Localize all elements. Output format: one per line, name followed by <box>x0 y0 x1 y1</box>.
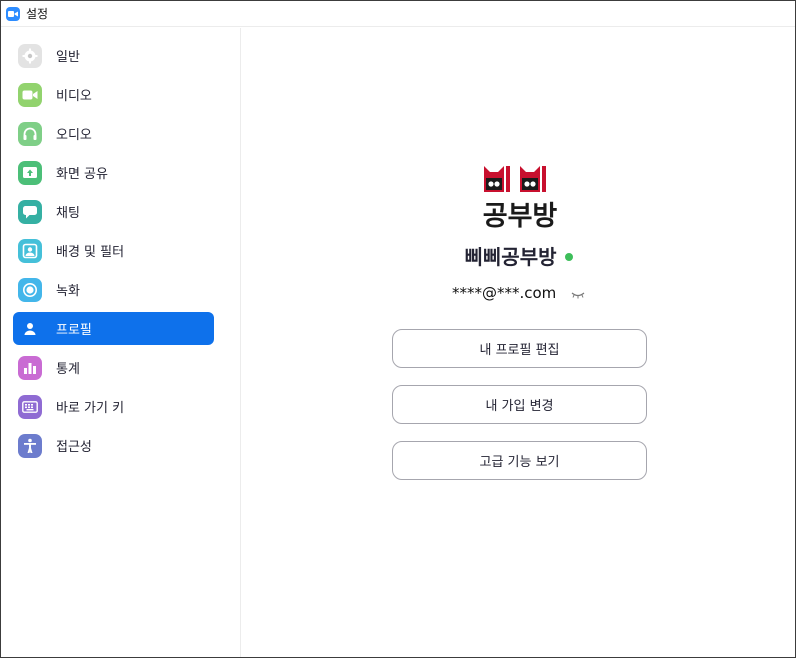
sidebar-item-label: 일반 <box>56 50 80 65</box>
sidebar-item-recording[interactable]: 녹화 <box>13 273 214 306</box>
sidebar-item-label: 채팅 <box>56 206 80 221</box>
video-camera-icon <box>18 82 42 107</box>
zoom-app-icon <box>6 6 20 21</box>
sidebar-item-background-filters[interactable]: 배경 및 필터 <box>13 234 214 267</box>
settings-window: 설정 일반 비디오 오디오 화면 공유 채팅 배경 및 필터 녹화 프로필 통계… <box>0 0 796 658</box>
keyboard-icon <box>18 394 42 419</box>
sidebar-item-audio[interactable]: 오디오 <box>13 117 214 150</box>
sidebar-item-profile[interactable]: 프로필 <box>13 312 214 345</box>
share-screen-icon <box>18 160 42 185</box>
sidebar-item-keyboard-shortcuts[interactable]: 바로 가기 키 <box>13 390 214 423</box>
bar-chart-icon <box>18 355 42 380</box>
advanced-features-button[interactable]: 고급 기능 보기 <box>392 441 647 480</box>
sidebar-item-label: 화면 공유 <box>56 167 108 182</box>
profile-name-row: 삐삐공부방 <box>242 241 795 270</box>
profile-email: ****@***.com <box>451 284 557 302</box>
settings-sidebar: 일반 비디오 오디오 화면 공유 채팅 배경 및 필터 녹화 프로필 통계 바로… <box>1 28 241 657</box>
sidebar-item-video[interactable]: 비디오 <box>13 78 214 111</box>
sidebar-item-label: 바로 가기 키 <box>56 401 125 416</box>
headphones-icon <box>18 121 42 146</box>
profile-panel: 공부방 삐삐공부방 ****@***.com 내 프로필 편집 내 가입 변경 … <box>242 28 795 657</box>
person-icon <box>18 317 42 341</box>
portrait-background-icon <box>18 238 42 263</box>
title-bar: 설정 <box>1 1 795 27</box>
sidebar-item-label: 녹화 <box>56 284 80 299</box>
logo-cats-icon <box>484 166 546 192</box>
sidebar-item-label: 통계 <box>56 362 80 377</box>
sidebar-item-general[interactable]: 일반 <box>13 39 214 72</box>
gear-icon <box>18 43 42 68</box>
record-icon <box>18 277 42 302</box>
sidebar-item-chat[interactable]: 채팅 <box>13 195 214 228</box>
sidebar-item-accessibility[interactable]: 접근성 <box>13 429 214 462</box>
sidebar-item-share-screen[interactable]: 화면 공유 <box>13 156 214 189</box>
eye-closed-icon[interactable] <box>571 285 585 303</box>
accessibility-icon <box>18 433 42 458</box>
sidebar-item-label: 오디오 <box>56 128 92 143</box>
profile-name: 삐삐공부방 <box>464 245 557 269</box>
online-status-dot <box>564 252 573 261</box>
window-title: 설정 <box>26 7 49 21</box>
profile-avatar-logo[interactable]: 공부방 <box>482 162 558 230</box>
sidebar-item-label: 프로필 <box>56 323 92 338</box>
edit-profile-button[interactable]: 내 프로필 편집 <box>392 329 647 368</box>
sidebar-item-label: 배경 및 필터 <box>56 245 125 260</box>
email-row: ****@***.com <box>242 284 795 303</box>
sidebar-item-statistics[interactable]: 통계 <box>13 351 214 384</box>
sidebar-item-label: 접근성 <box>56 440 92 455</box>
logo-text: 공부방 <box>483 201 558 230</box>
change-plan-button[interactable]: 내 가입 변경 <box>392 385 647 424</box>
chat-bubble-icon <box>18 199 42 224</box>
sidebar-item-label: 비디오 <box>56 89 92 104</box>
